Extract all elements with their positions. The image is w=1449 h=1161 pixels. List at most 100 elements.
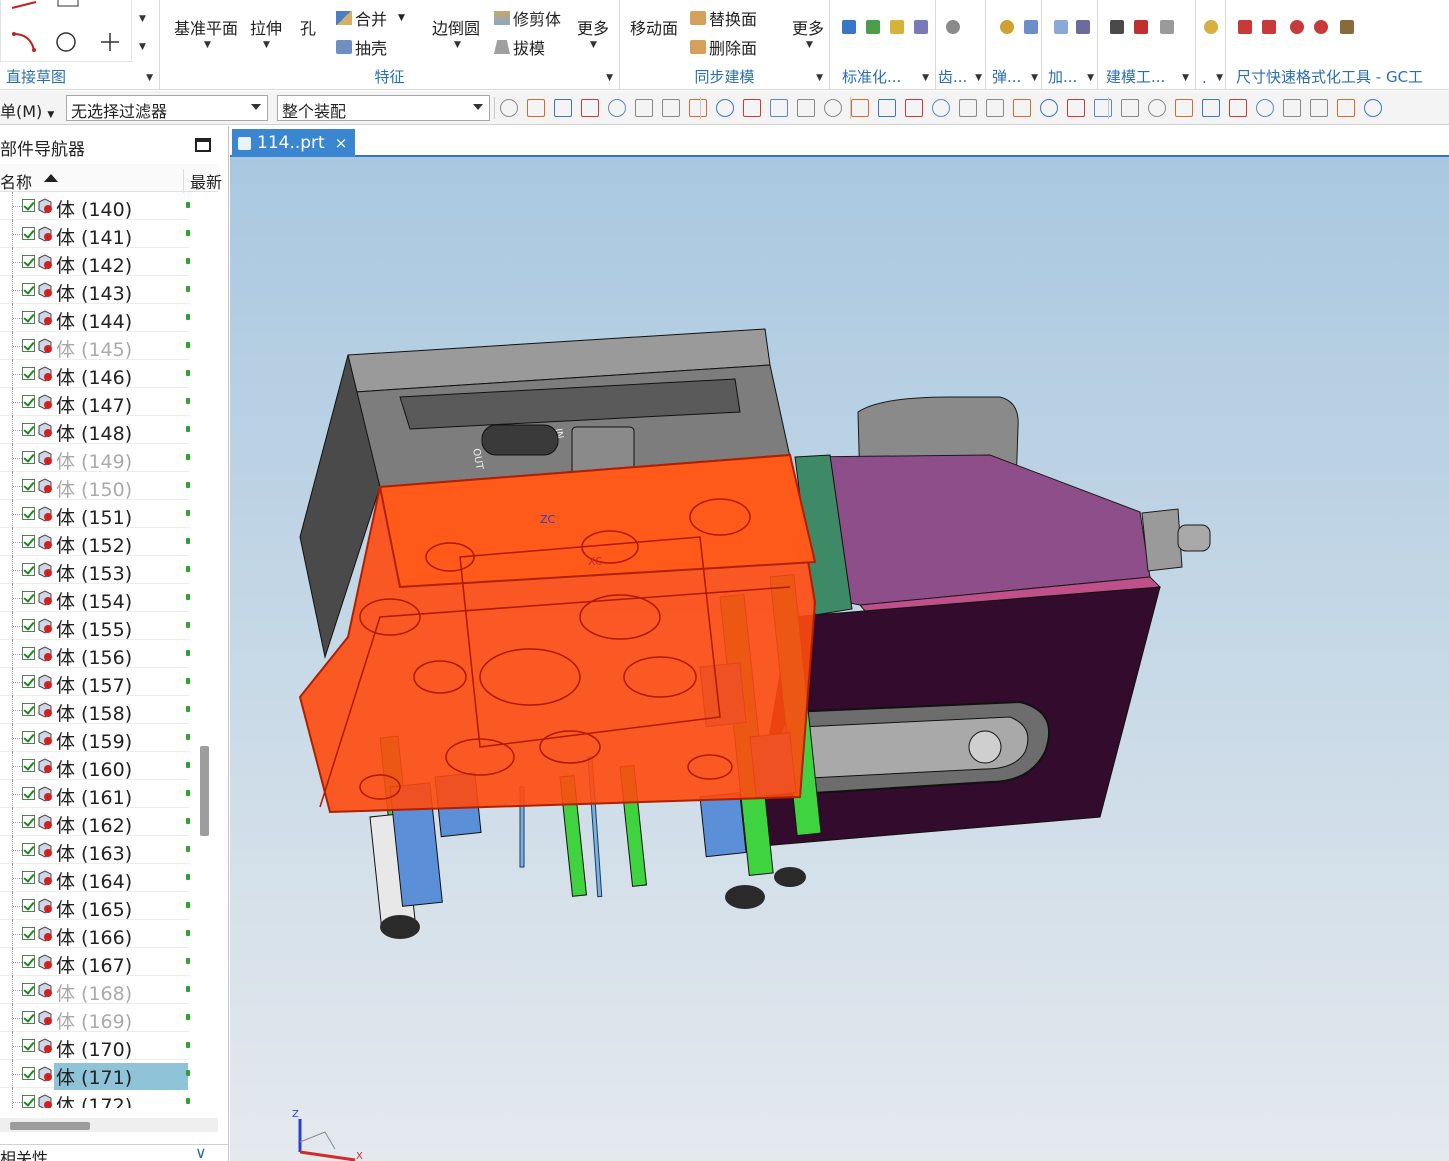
point-icon[interactable] [98,30,122,54]
pin-end[interactable] [774,867,806,887]
lasso-icon[interactable] [635,99,653,117]
tree-node-body[interactable]: 体 (171) [0,1060,190,1090]
graphics-window[interactable]: OUT IN ZC XC Z X [230,157,1449,1161]
gear-expand-arrow[interactable]: ▼ [975,73,982,83]
part-file-tab[interactable]: 114..prt × [232,129,356,157]
circle-icon[interactable] [54,30,78,54]
visibility-checkbox[interactable] [22,899,35,912]
visibility-checkbox[interactable] [22,675,35,688]
node-select-icon[interactable] [608,99,626,117]
column-latest-header[interactable]: 最新 [183,169,223,193]
visibility-checkbox[interactable] [22,591,35,604]
tree-node-body[interactable]: 体 (170) [0,1032,190,1061]
assembly-model[interactable]: OUT IN ZC XC Z X [230,157,1449,1161]
visibility-checkbox[interactable] [22,731,35,744]
tree-node-body[interactable]: 体 (153) [0,556,190,585]
modeling-tools-expand-arrow[interactable]: ▼ [1182,73,1189,83]
surface-point-icon[interactable] [1067,99,1085,117]
feature-expand-arrow[interactable]: ▼ [606,73,613,83]
connector-nut[interactable] [1141,508,1183,572]
tolerance-icon[interactable] [1160,20,1174,34]
group-expand-arrow[interactable]: ▼ [146,73,153,83]
tree-node-body[interactable]: 体 (158) [0,696,190,725]
standard-fastener-icon[interactable] [866,20,880,34]
tree-node-body[interactable]: 体 (151) [0,500,190,529]
delete-face-button[interactable]: 删除面 [690,35,757,59]
diameter-icon[interactable] [1290,20,1304,34]
intersection-icon[interactable] [878,99,896,117]
sync-more-button[interactable]: 更多 [792,15,824,39]
hole-button[interactable]: 孔 [300,15,316,39]
tree-node-body[interactable]: 体 (145) [0,332,190,361]
tree-node-body[interactable]: 体 (142) [0,248,190,277]
diameter-edit-icon[interactable] [1314,20,1328,34]
modeling-draw-icon[interactable] [1134,20,1148,34]
tangent-icon[interactable] [1040,99,1058,117]
visibility-checkbox[interactable] [22,339,35,352]
replace-face-button[interactable]: 替换面 [690,6,757,30]
tree-node-body[interactable]: 体 (166) [0,920,190,949]
visibility-checkbox[interactable] [22,423,35,436]
curve-icon[interactable] [851,99,869,117]
extrude-arrow[interactable]: ▼ [263,40,270,50]
existing-point-icon[interactable] [1013,99,1031,117]
tree-node-body[interactable]: 体 (144) [0,304,190,333]
datum-plane-button[interactable]: 基准平面 [174,15,238,39]
close-icon[interactable]: × [335,134,348,152]
shell-button[interactable]: 抽壳 [336,35,387,59]
line-icon[interactable] [824,99,842,117]
line-icon[interactable] [10,0,38,10]
rectangle-icon[interactable] [56,0,80,10]
render-style-icon[interactable] [1283,99,1301,117]
visibility-checkbox[interactable] [22,703,35,716]
modeling-tool-icon[interactable] [1110,20,1124,34]
feature-more-arrow[interactable]: ▼ [590,40,597,50]
unite-button[interactable]: 合并 ▼ [336,6,405,30]
machining-expand-arrow[interactable]: ▼ [1087,73,1094,83]
pulley[interactable] [968,730,1002,764]
visibility-checkbox[interactable] [22,815,35,828]
face-select-icon[interactable] [716,99,734,117]
extrude-button[interactable]: 拉伸 [250,15,282,39]
visibility-checkbox[interactable] [22,1039,35,1052]
visibility-checkbox[interactable] [22,507,35,520]
visibility-checkbox[interactable] [22,563,35,576]
view-triad[interactable]: Z X [292,1109,363,1161]
pan-icon[interactable] [1229,99,1247,117]
visibility-checkbox[interactable] [22,451,35,464]
spring-tool-icon[interactable] [1024,20,1038,34]
tree-node-body[interactable]: 体 (141) [0,220,190,249]
tree-node-body[interactable]: 体 (146) [0,360,190,389]
rotate-icon[interactable] [1202,99,1220,117]
chevron-down-icon[interactable]: ∨ [195,1143,207,1161]
general-select-icon[interactable] [500,99,518,117]
tree-node-body[interactable]: 体 (160) [0,752,190,781]
menu-button[interactable]: 单(M) ▼ [0,98,54,122]
datum-plane-arrow[interactable]: ▼ [204,40,211,50]
move-face-button[interactable]: 移动面 [630,15,678,39]
coin-icon[interactable] [1204,20,1218,34]
visibility-checkbox[interactable] [22,479,35,492]
type-filter-dropdown[interactable]: 无选择过滤器 [66,95,268,121]
dimension-edit-icon[interactable] [1262,20,1276,34]
visibility-checkbox[interactable] [22,255,35,268]
visibility-checkbox[interactable] [22,283,35,296]
pin-end[interactable] [380,915,420,939]
center-icon[interactable] [959,99,977,117]
visibility-checkbox[interactable] [22,983,35,996]
spring-icon[interactable] [1000,20,1014,34]
view-fit-icon[interactable] [1148,99,1166,117]
spring-expand-arrow[interactable]: ▼ [1031,73,1038,83]
dependencies-panel[interactable]: 相关性 ∨ [0,1143,229,1161]
move-select-icon[interactable] [581,99,599,117]
tree-node-body[interactable]: 体 (143) [0,276,190,305]
tree-node-body[interactable]: 体 (167) [0,948,190,977]
visibility-checkbox[interactable] [22,759,35,772]
misc-expand-arrow[interactable]: ▼ [1216,73,1223,83]
sort-ascending-icon[interactable] [44,174,58,182]
gear-icon[interactable] [946,20,960,34]
spline-icon[interactable] [905,99,923,117]
tree-node-body[interactable]: 体 (162) [0,808,190,837]
visibility-checkbox[interactable] [22,619,35,632]
tree-node-body[interactable]: 体 (161) [0,780,190,809]
